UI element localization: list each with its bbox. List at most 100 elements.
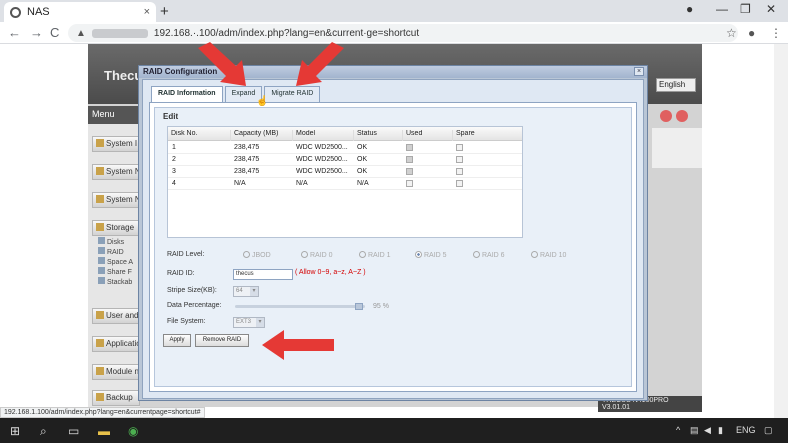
menu-header: Menu bbox=[88, 106, 140, 124]
col-capacity[interactable]: Capacity (MB) bbox=[230, 130, 278, 141]
used-checkbox[interactable] bbox=[406, 180, 413, 187]
header-action-icons bbox=[660, 110, 692, 125]
tab-panel: Edit Disk No. Capacity (MB) Model Status… bbox=[149, 102, 637, 392]
radio-raid1[interactable]: RAID 1 bbox=[359, 251, 391, 259]
page-scrollbar[interactable] bbox=[774, 44, 788, 418]
raid-id-label: RAID ID: bbox=[167, 270, 195, 277]
language-select[interactable]: English bbox=[656, 78, 696, 92]
windows-taskbar: ⊞ ⌕ ▭ ▬ ◉ ^ ▤ ◀ ▮ ENG ▢ bbox=[0, 418, 788, 443]
battery-tray-icon[interactable]: ▮ bbox=[718, 425, 723, 436]
chrome-icon[interactable]: ◉ bbox=[128, 424, 138, 438]
stripe-size-select[interactable]: 64 ▾ bbox=[233, 286, 259, 297]
language-indicator[interactable]: ENG bbox=[736, 425, 756, 435]
radio-raid0[interactable]: RAID 0 bbox=[301, 251, 333, 259]
minimize-icon[interactable]: — bbox=[716, 2, 728, 16]
table-row[interactable]: 3 238,475 WDC WD2500... OK bbox=[168, 166, 522, 178]
edit-legend: Edit bbox=[163, 112, 179, 121]
col-model[interactable]: Model bbox=[292, 130, 315, 141]
spare-checkbox[interactable] bbox=[456, 168, 463, 175]
address-bar[interactable]: ▲ 192.168.·.100/adm/index.php?lang=en&cu… bbox=[68, 24, 738, 42]
cell-disk: 3 bbox=[172, 168, 176, 175]
disk-table: Disk No. Capacity (MB) Model Status Used… bbox=[167, 126, 523, 238]
bookmark-star-icon[interactable]: ☆ bbox=[726, 26, 737, 40]
task-view-icon[interactable]: ▭ bbox=[68, 424, 79, 438]
slider-handle[interactable] bbox=[354, 303, 363, 310]
file-explorer-icon[interactable]: ▬ bbox=[98, 424, 110, 438]
browser-tab[interactable]: NAS × bbox=[4, 2, 156, 22]
disk-table-header: Disk No. Capacity (MB) Model Status Used… bbox=[168, 127, 522, 141]
power-icon[interactable] bbox=[676, 110, 688, 122]
sidebar-label: Module n bbox=[106, 367, 139, 376]
sidebar-label: System I bbox=[106, 139, 138, 148]
col-spare[interactable]: Spare bbox=[452, 130, 475, 141]
dialog-close-button[interactable]: × bbox=[634, 67, 644, 76]
start-icon[interactable]: ⊞ bbox=[10, 424, 20, 438]
col-disk-no[interactable]: Disk No. bbox=[168, 130, 197, 141]
sidebar-item-module[interactable]: Module n bbox=[92, 364, 140, 380]
user-icon bbox=[96, 311, 104, 319]
radio-jbod[interactable]: JBOD bbox=[243, 251, 271, 259]
file-system-select[interactable]: EXT3 ▾ bbox=[233, 317, 265, 328]
cell-capacity: 238,475 bbox=[234, 156, 260, 163]
back-button[interactable]: ← bbox=[8, 25, 21, 40]
spare-checkbox[interactable] bbox=[456, 180, 463, 187]
radio-label: JBOD bbox=[252, 252, 271, 259]
system-info-icon bbox=[96, 139, 104, 147]
sidebar-sub-disks[interactable]: Disks bbox=[98, 237, 124, 246]
sidebar-item-system-info[interactable]: System I bbox=[92, 136, 140, 152]
spare-checkbox[interactable] bbox=[456, 156, 463, 163]
sidebar-label: Backup bbox=[106, 393, 133, 402]
used-checkbox[interactable] bbox=[406, 168, 413, 175]
forward-button[interactable]: → bbox=[30, 25, 43, 40]
tab-title: NAS bbox=[27, 6, 50, 18]
table-row[interactable]: 4 N/A N/A N/A bbox=[168, 178, 522, 190]
sidebar-sub-space[interactable]: Space A bbox=[98, 257, 133, 266]
network-tray-icon[interactable]: ▤ bbox=[690, 425, 699, 436]
url-text: 192.168.·.100/adm/index.php?lang=en&curr… bbox=[153, 27, 420, 39]
sidebar-sub-stackable[interactable]: Stackab bbox=[98, 277, 132, 286]
used-checkbox[interactable] bbox=[406, 144, 413, 151]
close-window-icon[interactable]: ✕ bbox=[766, 2, 776, 16]
profile-dot-icon[interactable]: ● bbox=[686, 2, 693, 16]
sidebar-label: Storage bbox=[106, 223, 135, 232]
notifications-icon[interactable]: ▢ bbox=[764, 425, 773, 436]
sidebar-item-system-network[interactable]: System N bbox=[92, 164, 140, 180]
space-icon bbox=[98, 257, 105, 264]
profile-icon[interactable]: ● bbox=[748, 26, 755, 40]
sidebar-item-user-group[interactable]: User and bbox=[92, 308, 140, 324]
tray-expand-icon[interactable]: ^ bbox=[676, 425, 680, 435]
sidebar-item-backup[interactable]: Backup bbox=[92, 390, 140, 406]
chevron-down-icon: ▾ bbox=[250, 287, 258, 296]
radio-raid6[interactable]: RAID 6 bbox=[473, 251, 505, 259]
speaker-tray-icon[interactable]: ◀ bbox=[704, 425, 711, 436]
table-row[interactable]: 2 238,475 WDC WD2500... OK bbox=[168, 154, 522, 166]
new-tab-button[interactable]: + bbox=[160, 3, 169, 20]
search-icon[interactable]: ⌕ bbox=[40, 424, 47, 439]
data-percentage-slider[interactable] bbox=[235, 305, 365, 308]
col-used[interactable]: Used bbox=[402, 130, 422, 141]
sidebar-item-storage[interactable]: Storage bbox=[92, 220, 140, 236]
radio-raid5[interactable]: RAID 5 bbox=[415, 251, 447, 259]
spare-checkbox[interactable] bbox=[456, 144, 463, 151]
table-row[interactable]: 1 238,475 WDC WD2500... OK bbox=[168, 142, 522, 154]
apply-button[interactable]: Apply bbox=[163, 334, 191, 347]
col-status[interactable]: Status bbox=[353, 130, 377, 141]
reload-button[interactable]: C bbox=[50, 25, 59, 40]
sidebar-label: Applicatio bbox=[106, 339, 140, 348]
sidebar-sub-raid[interactable]: RAID bbox=[98, 247, 124, 256]
raid-id-input[interactable]: thecus bbox=[233, 269, 293, 280]
browser-menu-icon[interactable]: ⋮ bbox=[770, 26, 782, 40]
tab-close-button[interactable]: × bbox=[144, 6, 150, 18]
used-checkbox[interactable] bbox=[406, 156, 413, 163]
logout-icon[interactable] bbox=[660, 110, 672, 122]
radio-raid10[interactable]: RAID 10 bbox=[531, 251, 566, 259]
sidebar-item-system-management[interactable]: System N bbox=[92, 192, 140, 208]
sidebar-label: System N bbox=[106, 195, 140, 204]
sidebar-sub-share[interactable]: Share F bbox=[98, 267, 132, 276]
sidebar-item-application[interactable]: Applicatio bbox=[92, 336, 140, 352]
remove-raid-button[interactable]: Remove RAID bbox=[195, 334, 249, 347]
restore-icon[interactable]: ❐ bbox=[740, 2, 751, 16]
warning-icon[interactable]: ▲ bbox=[76, 28, 86, 39]
mouse-cursor-icon: ☝ bbox=[256, 96, 269, 107]
data-percentage-value: 95 % bbox=[373, 303, 389, 310]
